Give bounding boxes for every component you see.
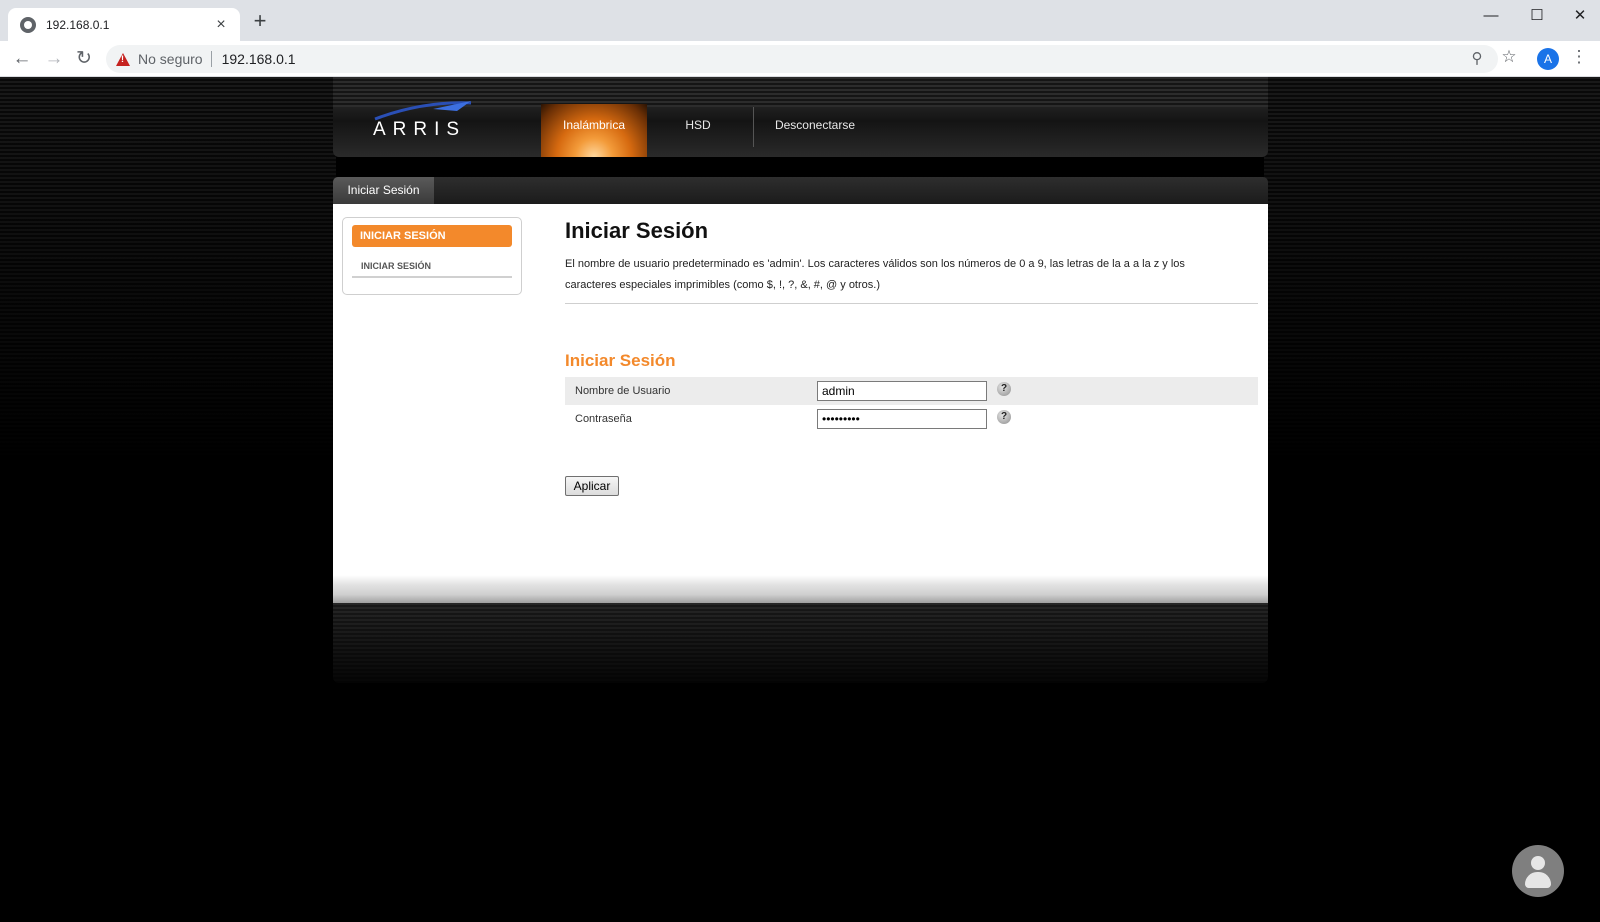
sidebar: INICIAR SESIÓN INICIAR SESIÓN xyxy=(342,217,522,295)
router-footer xyxy=(333,603,1268,683)
reload-icon[interactable]: ↻ xyxy=(70,46,98,72)
omnibox-divider xyxy=(210,51,212,67)
tab-login[interactable]: Iniciar Sesión xyxy=(333,177,434,204)
password-row: Contraseña ? xyxy=(565,405,1258,433)
close-tab-icon[interactable]: × xyxy=(212,16,230,34)
new-tab-button[interactable]: + xyxy=(248,10,272,34)
sidebar-item-login-active[interactable]: INICIAR SESIÓN xyxy=(352,225,512,247)
url-text[interactable]: 192.168.0.1 xyxy=(222,51,296,67)
login-description: El nombre de usuario predeterminado es '… xyxy=(565,258,1185,291)
content-bottom-gradient xyxy=(333,575,1268,603)
content-panel: INICIAR SESIÓN INICIAR SESIÓN Iniciar Se… xyxy=(333,204,1268,624)
back-icon[interactable]: ← xyxy=(8,46,36,72)
arris-logo: ARRIS xyxy=(369,99,489,140)
close-window-icon[interactable]: ✕ xyxy=(1560,4,1600,28)
browser-tab-strip: 192.168.0.1 × + — ☐ ✕ xyxy=(0,0,1600,41)
maximize-icon[interactable]: ☐ xyxy=(1514,4,1560,28)
tab-title: 192.168.0.1 xyxy=(46,17,110,32)
logo-text: ARRIS xyxy=(373,119,467,140)
tab-wireless[interactable]: Inalámbrica xyxy=(541,104,647,157)
watermark-logo xyxy=(1512,845,1564,897)
apply-button[interactable]: Aplicar xyxy=(565,476,619,496)
tab-hsd[interactable]: HSD xyxy=(663,104,733,157)
router-header: ARRIS Inalámbrica HSD Desconectarse xyxy=(333,77,1268,157)
section-title: Iniciar Sesión xyxy=(565,351,676,370)
username-field[interactable] xyxy=(817,381,987,401)
nav-divider xyxy=(753,107,754,147)
logo-swoosh-icon xyxy=(374,101,472,121)
password-help-icon[interactable]: ? xyxy=(997,410,1011,424)
minimize-icon[interactable]: — xyxy=(1468,4,1514,28)
username-label: Nombre de Usuario xyxy=(575,385,671,397)
sidebar-item-login[interactable]: INICIAR SESIÓN xyxy=(352,254,512,278)
page-title: Iniciar Sesión xyxy=(565,218,709,243)
address-bar[interactable]: No seguro 192.168.0.1 xyxy=(106,45,1498,73)
menu-icon[interactable]: ⋮ xyxy=(1568,47,1590,67)
router-page: ARRIS Inalámbrica HSD Desconectarse Inic… xyxy=(0,77,1600,922)
profile-avatar[interactable]: A xyxy=(1537,48,1559,70)
password-label: Contraseña xyxy=(575,413,632,425)
username-help-icon[interactable]: ? xyxy=(997,382,1011,396)
password-field[interactable] xyxy=(817,409,987,429)
star-icon[interactable]: ☆ xyxy=(1498,47,1520,67)
username-row: Nombre de Usuario ? xyxy=(565,377,1258,405)
globe-icon xyxy=(20,16,36,33)
browser-tab[interactable]: 192.168.0.1 × xyxy=(8,8,240,41)
left-background-stripes xyxy=(0,77,336,477)
right-background-stripes xyxy=(1264,77,1600,477)
forward-icon[interactable]: → xyxy=(40,46,68,72)
security-status[interactable]: No seguro xyxy=(138,51,203,67)
browser-toolbar: ← → ↻ No seguro 192.168.0.1 ⚲ ☆ ⋮ xyxy=(0,41,1600,77)
tab-logout[interactable]: Desconectarse xyxy=(763,104,867,157)
warning-icon xyxy=(116,52,130,66)
section-divider xyxy=(565,303,1258,304)
key-icon[interactable]: ⚲ xyxy=(1466,49,1488,67)
content-tab-bar: Iniciar Sesión xyxy=(333,177,1268,204)
